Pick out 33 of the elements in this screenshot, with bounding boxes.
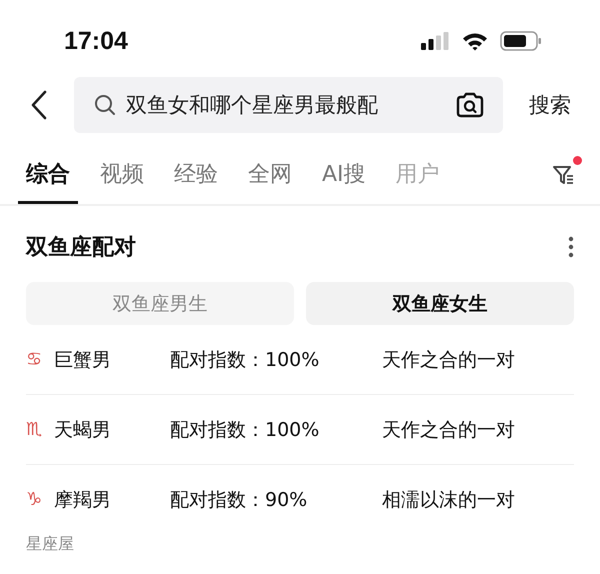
search-icon (94, 94, 116, 116)
sign-name: 巨蟹男 (54, 348, 112, 372)
tab[interactable]: 综合 (18, 159, 78, 204)
match-verdict: 天作之合的一对 (382, 348, 515, 372)
wifi-icon (462, 32, 488, 50)
tab[interactable]: AI搜 (322, 159, 366, 204)
card-title: 双鱼座配对 (26, 234, 136, 262)
sign-name: 摩羯男 (54, 488, 112, 512)
filter-icon[interactable] (552, 164, 576, 186)
match-verdict: 相濡以沫的一对 (382, 488, 515, 512)
match-score: 配对指数：90% (170, 488, 308, 512)
zodiac-symbol: ♑ (26, 489, 44, 510)
zodiac-symbol: ♏ (26, 419, 44, 440)
status-time: 17:04 (64, 26, 128, 56)
tab[interactable]: 经验 (174, 159, 218, 204)
battery-icon (500, 31, 542, 51)
sign-name: 天蝎男 (54, 418, 112, 442)
match-score: 配对指数：100% (170, 348, 320, 372)
back-icon[interactable] (30, 90, 48, 120)
more-icon[interactable] (568, 236, 574, 258)
match-verdict: 天作之合的一对 (382, 418, 515, 442)
search-button[interactable]: 搜索 (529, 91, 571, 119)
segment-tab[interactable]: 双鱼座男生 (26, 282, 294, 325)
search-field[interactable]: 双鱼女和哪个星座男最般配 (74, 77, 503, 133)
source-label: 星座屋 (26, 534, 75, 555)
signal-icon (420, 32, 450, 50)
tab[interactable]: 视频 (100, 159, 144, 204)
tab[interactable]: 全网 (248, 159, 292, 204)
match-score: 配对指数：100% (170, 418, 320, 442)
segment-tab[interactable]: 双鱼座女生 (306, 282, 574, 325)
zodiac-symbol: ♋ (26, 349, 44, 370)
camera-search-icon[interactable] (455, 92, 485, 118)
tab[interactable]: 用户 (396, 159, 440, 204)
